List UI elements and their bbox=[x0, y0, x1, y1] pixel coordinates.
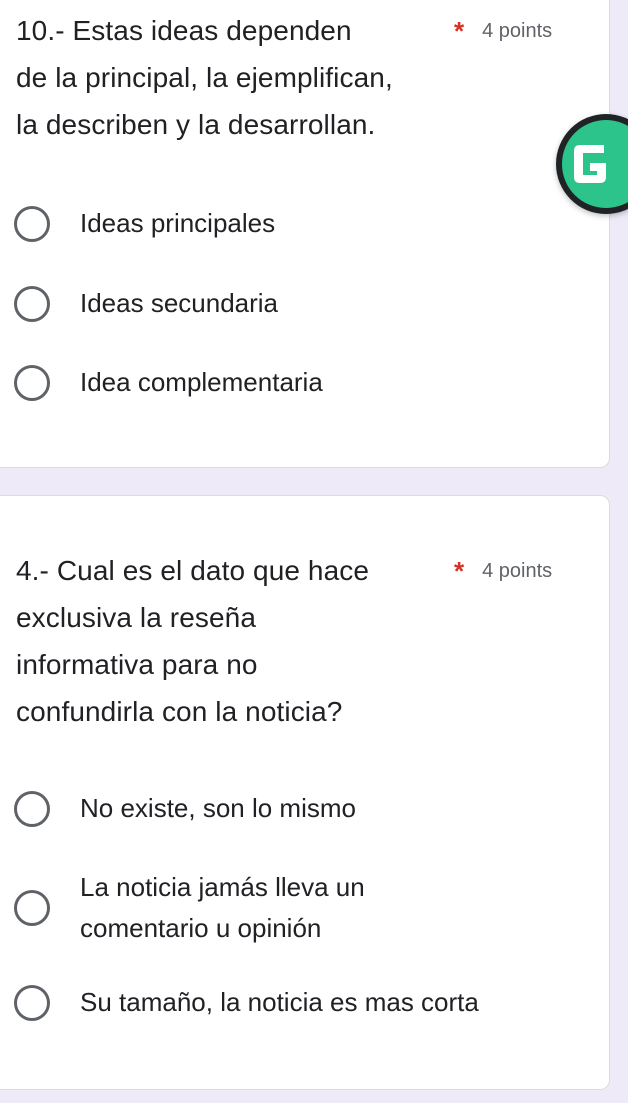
radio-option[interactable]: Ideas secundaria bbox=[14, 283, 278, 324]
gauthmath-badge-inner bbox=[562, 120, 628, 208]
radio-option[interactable]: Ideas principales bbox=[14, 203, 275, 244]
question-title: 10.- Estas ideas dependen de la principa… bbox=[16, 7, 393, 148]
question-line: confundirla con la noticia? bbox=[16, 696, 343, 727]
radio-option[interactable]: La noticia jamás lleva un comentario u o… bbox=[14, 867, 365, 949]
question-line: exclusiva la reseña bbox=[16, 602, 257, 633]
question-line: la describen y la desarrollan. bbox=[16, 109, 376, 140]
points-value: 4 points bbox=[482, 20, 553, 42]
question-line: informativa para no bbox=[16, 649, 258, 680]
radio-button[interactable] bbox=[14, 364, 50, 401]
radio-button[interactable] bbox=[14, 790, 50, 827]
radio-button[interactable] bbox=[14, 285, 50, 322]
question-line: 10.- Estas ideas dependen bbox=[16, 15, 352, 46]
option-label: Ideas principales bbox=[80, 208, 276, 238]
question-title: 4.- Cual es el dato que hace exclusiva l… bbox=[16, 547, 369, 735]
question-line: 4.- Cual es el dato que hace bbox=[16, 555, 370, 586]
radio-option[interactable]: No existe, son lo mismo bbox=[14, 788, 356, 829]
radio-option[interactable]: Idea complementaria bbox=[14, 362, 323, 403]
option-label: La noticia jamás lleva un comentario u o… bbox=[80, 867, 365, 949]
option-label: No existe, son lo mismo bbox=[80, 793, 356, 823]
radio-button[interactable] bbox=[14, 890, 50, 926]
option-label: Su tamaño, la noticia es mas corta bbox=[80, 987, 479, 1017]
radio-button[interactable] bbox=[14, 984, 50, 1021]
option-label: Ideas secundaria bbox=[80, 288, 279, 318]
required-asterisk: * bbox=[454, 16, 465, 46]
radio-button[interactable] bbox=[14, 205, 50, 242]
option-label-line: La noticia jamás lleva un bbox=[80, 872, 365, 902]
points-label: * 4 points bbox=[454, 16, 553, 46]
points-label: * 4 points bbox=[454, 556, 553, 586]
option-label: Idea complementaria bbox=[80, 367, 323, 397]
option-label-line: comentario u opinión bbox=[80, 913, 322, 943]
g-letter-icon bbox=[574, 145, 606, 183]
question-line: de la principal, la ejemplifican, bbox=[16, 62, 393, 93]
radio-option[interactable]: Su tamaño, la noticia es mas corta bbox=[14, 982, 479, 1023]
points-value: 4 points bbox=[482, 560, 553, 582]
required-asterisk: * bbox=[454, 556, 465, 586]
